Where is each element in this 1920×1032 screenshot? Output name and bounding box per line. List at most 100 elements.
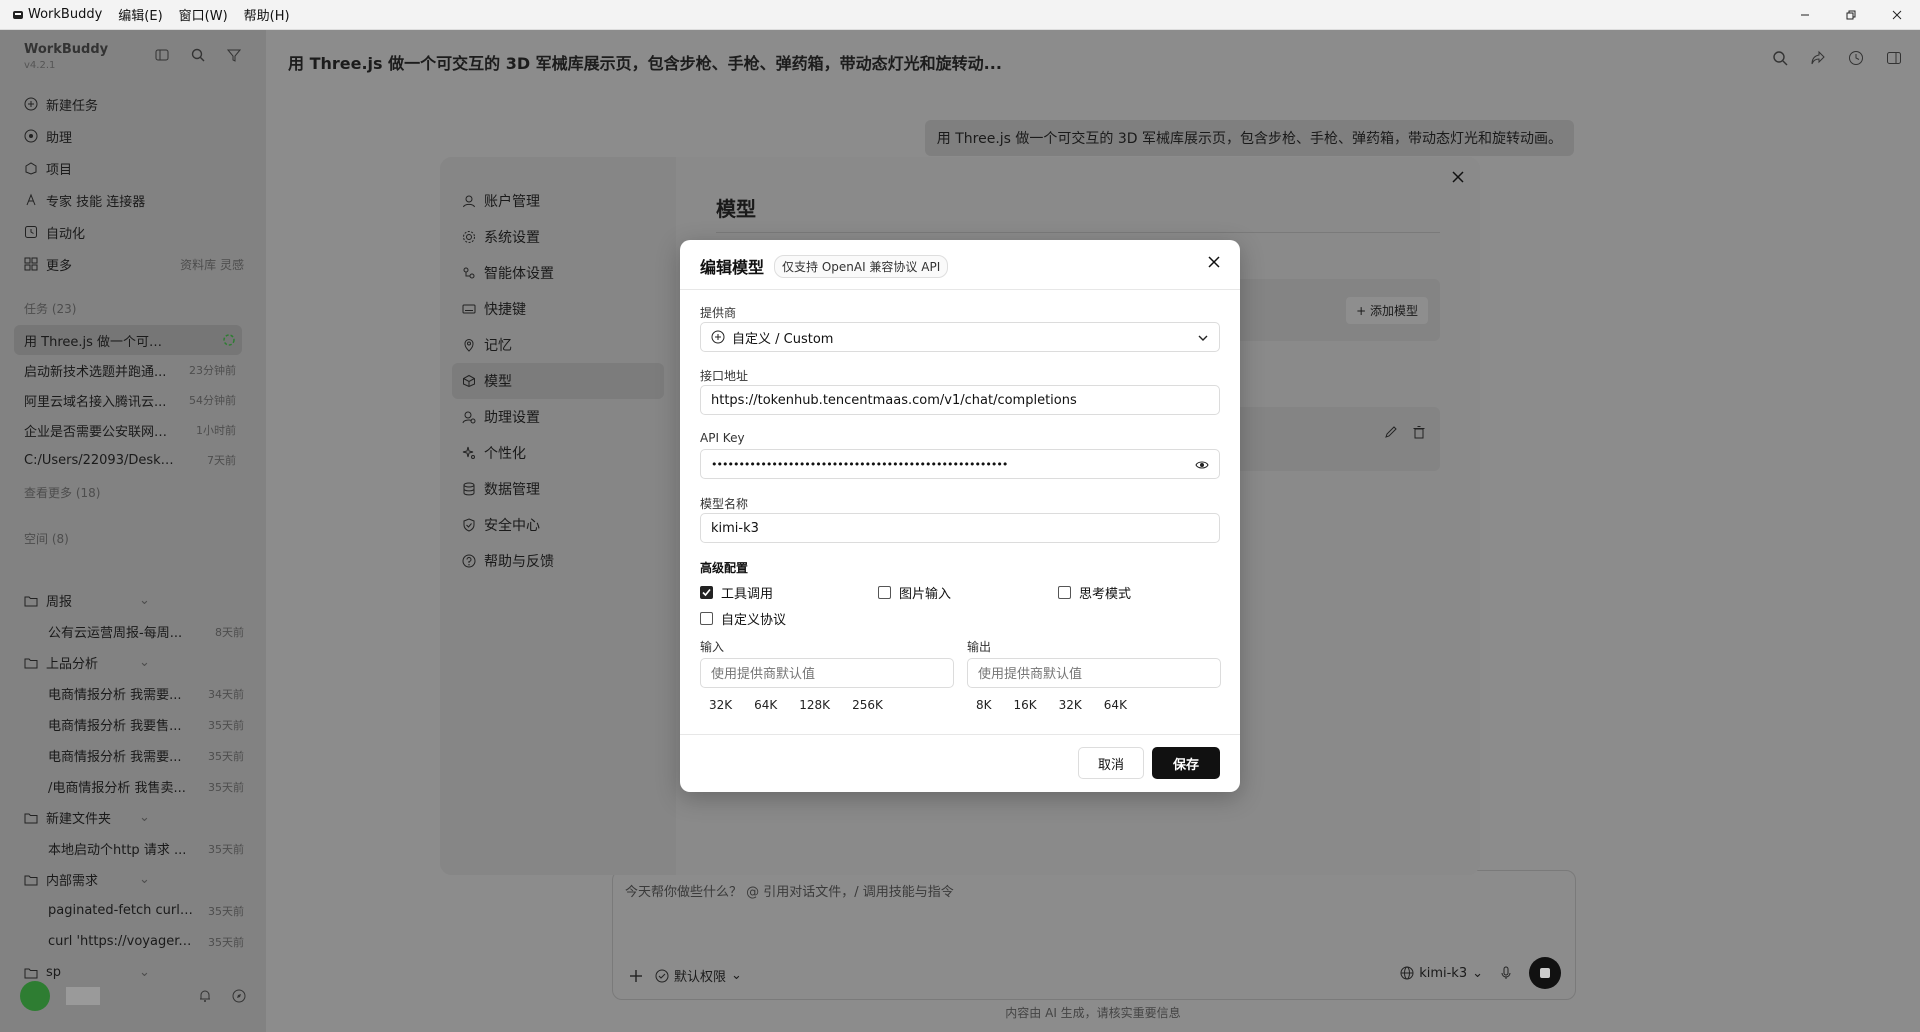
sparkle-icon <box>462 446 476 460</box>
preset-chip[interactable]: 32K <box>1059 698 1082 712</box>
save-button[interactable]: 保存 <box>1152 747 1220 779</box>
settings-nav-item[interactable]: 助理设置 <box>452 399 664 435</box>
close-window-button[interactable] <box>1874 0 1920 30</box>
divider <box>716 232 1440 233</box>
cancel-button[interactable]: 取消 <box>1078 747 1144 779</box>
sidebar-item-assistant[interactable]: 助理 <box>24 120 244 152</box>
sidebar-item-new-task[interactable]: 新建任务 <box>24 88 244 120</box>
folder-row[interactable]: 上品分析 ⌄ <box>24 647 244 678</box>
microphone-icon[interactable] <box>1499 966 1513 980</box>
toggle-sidebar-icon[interactable] <box>155 48 169 62</box>
settings-nav-item[interactable]: 记忆 <box>452 327 664 363</box>
avatar[interactable] <box>20 981 50 1011</box>
eye-icon[interactable] <box>1195 458 1209 472</box>
menu-help[interactable]: 帮助(H) <box>244 5 290 24</box>
app-logo-icon <box>13 10 23 19</box>
search-icon[interactable] <box>1772 50 1788 66</box>
folder-item[interactable]: 电商情报分析 我需要... 34天前 <box>24 678 244 709</box>
filter-icon[interactable] <box>227 48 241 62</box>
tasks-section-label[interactable]: 任务 (23) <box>24 300 76 317</box>
preset-chip[interactable]: 16K <box>1014 698 1037 712</box>
folder-item[interactable]: /电商情报分析 我售卖... 35天前 <box>24 771 244 802</box>
folder-item[interactable]: 电商情报分析 我需要... 35天前 <box>24 740 244 771</box>
task-item[interactable]: 启动新技术选题并跑通... 23分钟前 <box>14 355 242 385</box>
folder-item[interactable]: 公有云运营周报-每周... 8天前 <box>24 616 244 647</box>
apikey-input[interactable]: ••••••••••••••••••••••••••••••••••••••••… <box>700 449 1220 479</box>
search-icon[interactable] <box>191 48 205 62</box>
endpoint-input[interactable]: https://tokenhub.tencentmaas.com/v1/chat… <box>700 385 1220 415</box>
preset-chip[interactable]: 64K <box>1104 698 1127 712</box>
history-icon[interactable] <box>1848 50 1864 66</box>
settings-nav-item[interactable]: 智能体设置 <box>452 255 664 291</box>
menu-edit[interactable]: 编辑(E) <box>118 5 162 24</box>
edit-icon[interactable] <box>1384 425 1398 439</box>
share-icon[interactable] <box>1810 50 1826 66</box>
settings-nav-item[interactable]: 快捷键 <box>452 291 664 327</box>
menu-window[interactable]: 窗口(W) <box>179 5 228 24</box>
preset-chip[interactable]: 256K <box>852 698 883 712</box>
add-model-button[interactable]: + 添加模型 <box>1346 297 1428 324</box>
output-tokens-label: 输出 <box>967 640 992 654</box>
sidebar-item-more[interactable]: 更多 资料库 灵感 <box>24 248 244 280</box>
settings-close-button[interactable] <box>1452 171 1464 183</box>
folder-item[interactable]: paginated-fetch curl '... 35天前 <box>24 895 244 926</box>
preset-chip[interactable]: 64K <box>754 698 777 712</box>
task-item[interactable]: 企业是否需要公安联网备... 1小时前 <box>14 415 242 445</box>
preset-chip[interactable]: 8K <box>976 698 992 712</box>
settings-nav-item[interactable]: 模型 <box>452 363 664 399</box>
folder-item[interactable]: curl 'https://voyager.xi... 35天前 <box>24 926 244 957</box>
add-attachment-icon[interactable] <box>629 969 643 983</box>
provider-value: 自定义 / Custom <box>732 331 834 347</box>
folder-title: 本地启动个http 请求 ... <box>48 843 187 858</box>
settings-nav-item[interactable]: 数据管理 <box>452 471 664 507</box>
permission-selector[interactable]: 默认权限 ⌄ <box>655 966 742 985</box>
checkbox-thinking-mode[interactable]: 思考模式 <box>1058 583 1131 602</box>
settings-nav-item[interactable]: 个性化 <box>452 435 664 471</box>
model-selector[interactable]: kimi-k3 ⌄ <box>1400 966 1483 981</box>
input-tokens-field[interactable] <box>700 658 954 688</box>
checkbox-custom-protocol[interactable]: 自定义协议 <box>700 609 786 628</box>
checkbox-label: 自定义协议 <box>721 613 787 628</box>
assistant-settings-icon <box>462 410 476 424</box>
preset-chip[interactable]: 32K <box>709 698 732 712</box>
composer[interactable]: 今天帮你做些什么？ @ 引用对话文件，/ 调用技能与指令 默认权限 ⌄ kimi-… <box>612 870 1576 1000</box>
settings-nav-item[interactable]: 帮助与反馈 <box>452 543 664 579</box>
bell-icon[interactable] <box>198 989 212 1003</box>
compass-icon[interactable] <box>232 989 246 1003</box>
settings-nav-item[interactable]: 系统设置 <box>452 219 664 255</box>
folder-title: 上品分析 <box>46 657 99 672</box>
model-name-input[interactable]: kimi-k3 <box>700 513 1220 543</box>
trash-icon[interactable] <box>1412 425 1426 439</box>
checkbox-tool-calling[interactable]: 工具调用 <box>700 583 773 602</box>
advanced-config-label: 高级配置 <box>700 561 749 575</box>
sidebar-more-extra[interactable]: 资料库 灵感 <box>180 256 244 273</box>
folder-row[interactable]: 新建文件夹 ⌄ <box>24 802 244 833</box>
settings-nav-item[interactable]: 账户管理 <box>452 183 664 219</box>
sidebar-item-automation[interactable]: 自动化 <box>24 216 244 248</box>
restore-button[interactable] <box>1828 0 1874 30</box>
folder-row[interactable]: 内部需求 ⌄ <box>24 864 244 895</box>
provider-select[interactable]: 自定义 / Custom <box>700 322 1220 352</box>
panel-toggle-icon[interactable] <box>1886 50 1902 66</box>
checkbox-image-input[interactable]: 图片输入 <box>878 583 951 602</box>
modal-close-button[interactable] <box>1206 254 1222 270</box>
preset-chip[interactable]: 128K <box>799 698 830 712</box>
folder-title: /电商情报分析 我售卖... <box>48 781 186 796</box>
stop-button[interactable] <box>1529 957 1561 989</box>
sidebar-item-project[interactable]: 项目 <box>24 152 244 184</box>
agent-icon <box>462 266 476 280</box>
space-section-label[interactable]: 空间 (8) <box>24 530 69 547</box>
task-item-active[interactable]: 用 Three.js 做一个可交互的 3... <box>14 325 242 355</box>
view-more-link[interactable]: 查看更多 (18) <box>24 484 100 501</box>
output-tokens-field[interactable] <box>967 658 1221 688</box>
settings-nav-item[interactable]: 安全中心 <box>452 507 664 543</box>
minimize-button[interactable] <box>1782 0 1828 30</box>
folder-item[interactable]: 电商情报分析 我要售... 35天前 <box>24 709 244 740</box>
task-item[interactable]: C:/Users/22093/Desktop/... 7天前 <box>14 445 242 475</box>
folder-row[interactable]: 周报 ⌄ <box>24 585 244 616</box>
folder-item[interactable]: 本地启动个http 请求 ... 35天前 <box>24 833 244 864</box>
task-item[interactable]: 阿里云域名接入腾讯云... 54分钟前 <box>14 385 242 415</box>
ai-disclaimer: 内容由 AI 生成，请核实重要信息 <box>1005 1006 1181 1020</box>
sidebar-item-experts[interactable]: 专家 技能 连接器 <box>24 184 244 216</box>
input-tokens-label: 输入 <box>700 640 725 654</box>
